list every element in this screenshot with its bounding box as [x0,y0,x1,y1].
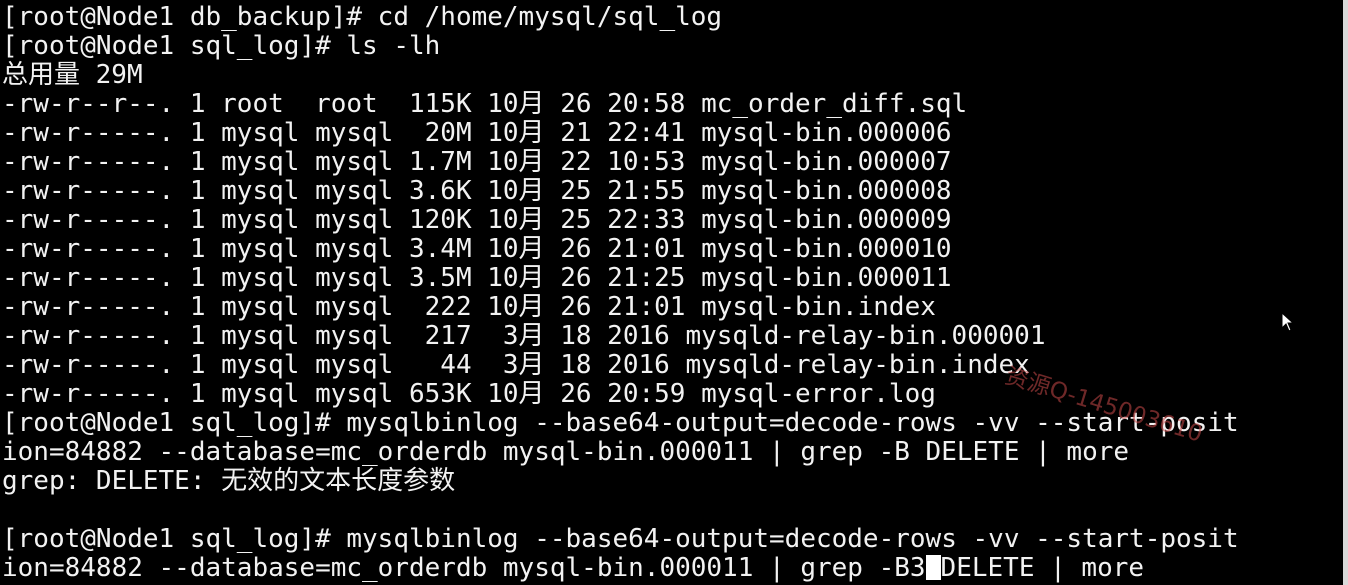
terminal-line: -rw-r-----. 1 mysql mysql 120K 10月 25 22… [2,205,952,235]
terminal-line: ion=84882 --database=mc_orderdb mysql-bi… [2,437,1130,467]
terminal-line: -rw-r-----. 1 mysql mysql 217 3月 18 2016… [2,321,1046,351]
terminal-input-line[interactable]: ion=84882 --database=mc_orderdb mysql-bi… [2,554,1239,583]
terminal-line: -rw-r-----. 1 mysql mysql 222 10月 26 21:… [2,292,936,322]
terminal-line: [root@Node1 sql_log]# ls -lh [2,31,441,61]
arrow-pointer-icon [1281,312,1295,332]
text-cursor [925,555,941,580]
terminal-line: [root@Node1 sql_log]# mysqlbinlog --base… [2,408,1239,438]
terminal-output: [root@Node1 db_backup]# cd /home/mysql/s… [2,3,1239,583]
typed-command-after-cursor: DELETE | more [940,553,1145,583]
terminal-window[interactable]: [root@Node1 db_backup]# cd /home/mysql/s… [0,0,1348,585]
terminal-line: 总用量 29M [2,60,143,90]
typed-command-before-cursor: ion=84882 --database=mc_orderdb mysql-bi… [2,553,926,583]
terminal-line: -rw-r-----. 1 mysql mysql 3.4M 10月 26 21… [2,234,952,264]
terminal-line: -rw-r-----. 1 mysql mysql 1.7M 10月 22 10… [2,147,952,177]
terminal-line: grep: DELETE: 无效的文本长度参数 [2,466,456,496]
terminal-line: -rw-r-----. 1 mysql mysql 3.6K 10月 25 21… [2,176,952,206]
window-edge-scrollbar[interactable] [1343,0,1348,585]
terminal-line: -rw-r-----. 1 mysql mysql 20M 10月 21 22:… [2,118,952,148]
terminal-line: [root@Node1 sql_log]# mysqlbinlog --base… [2,524,1239,554]
terminal-line: -rw-r--r--. 1 root root 115K 10月 26 20:5… [2,89,968,119]
terminal-line: [root@Node1 db_backup]# cd /home/mysql/s… [2,2,723,32]
terminal-line: -rw-r-----. 1 mysql mysql 3.5M 10月 26 21… [2,263,952,293]
